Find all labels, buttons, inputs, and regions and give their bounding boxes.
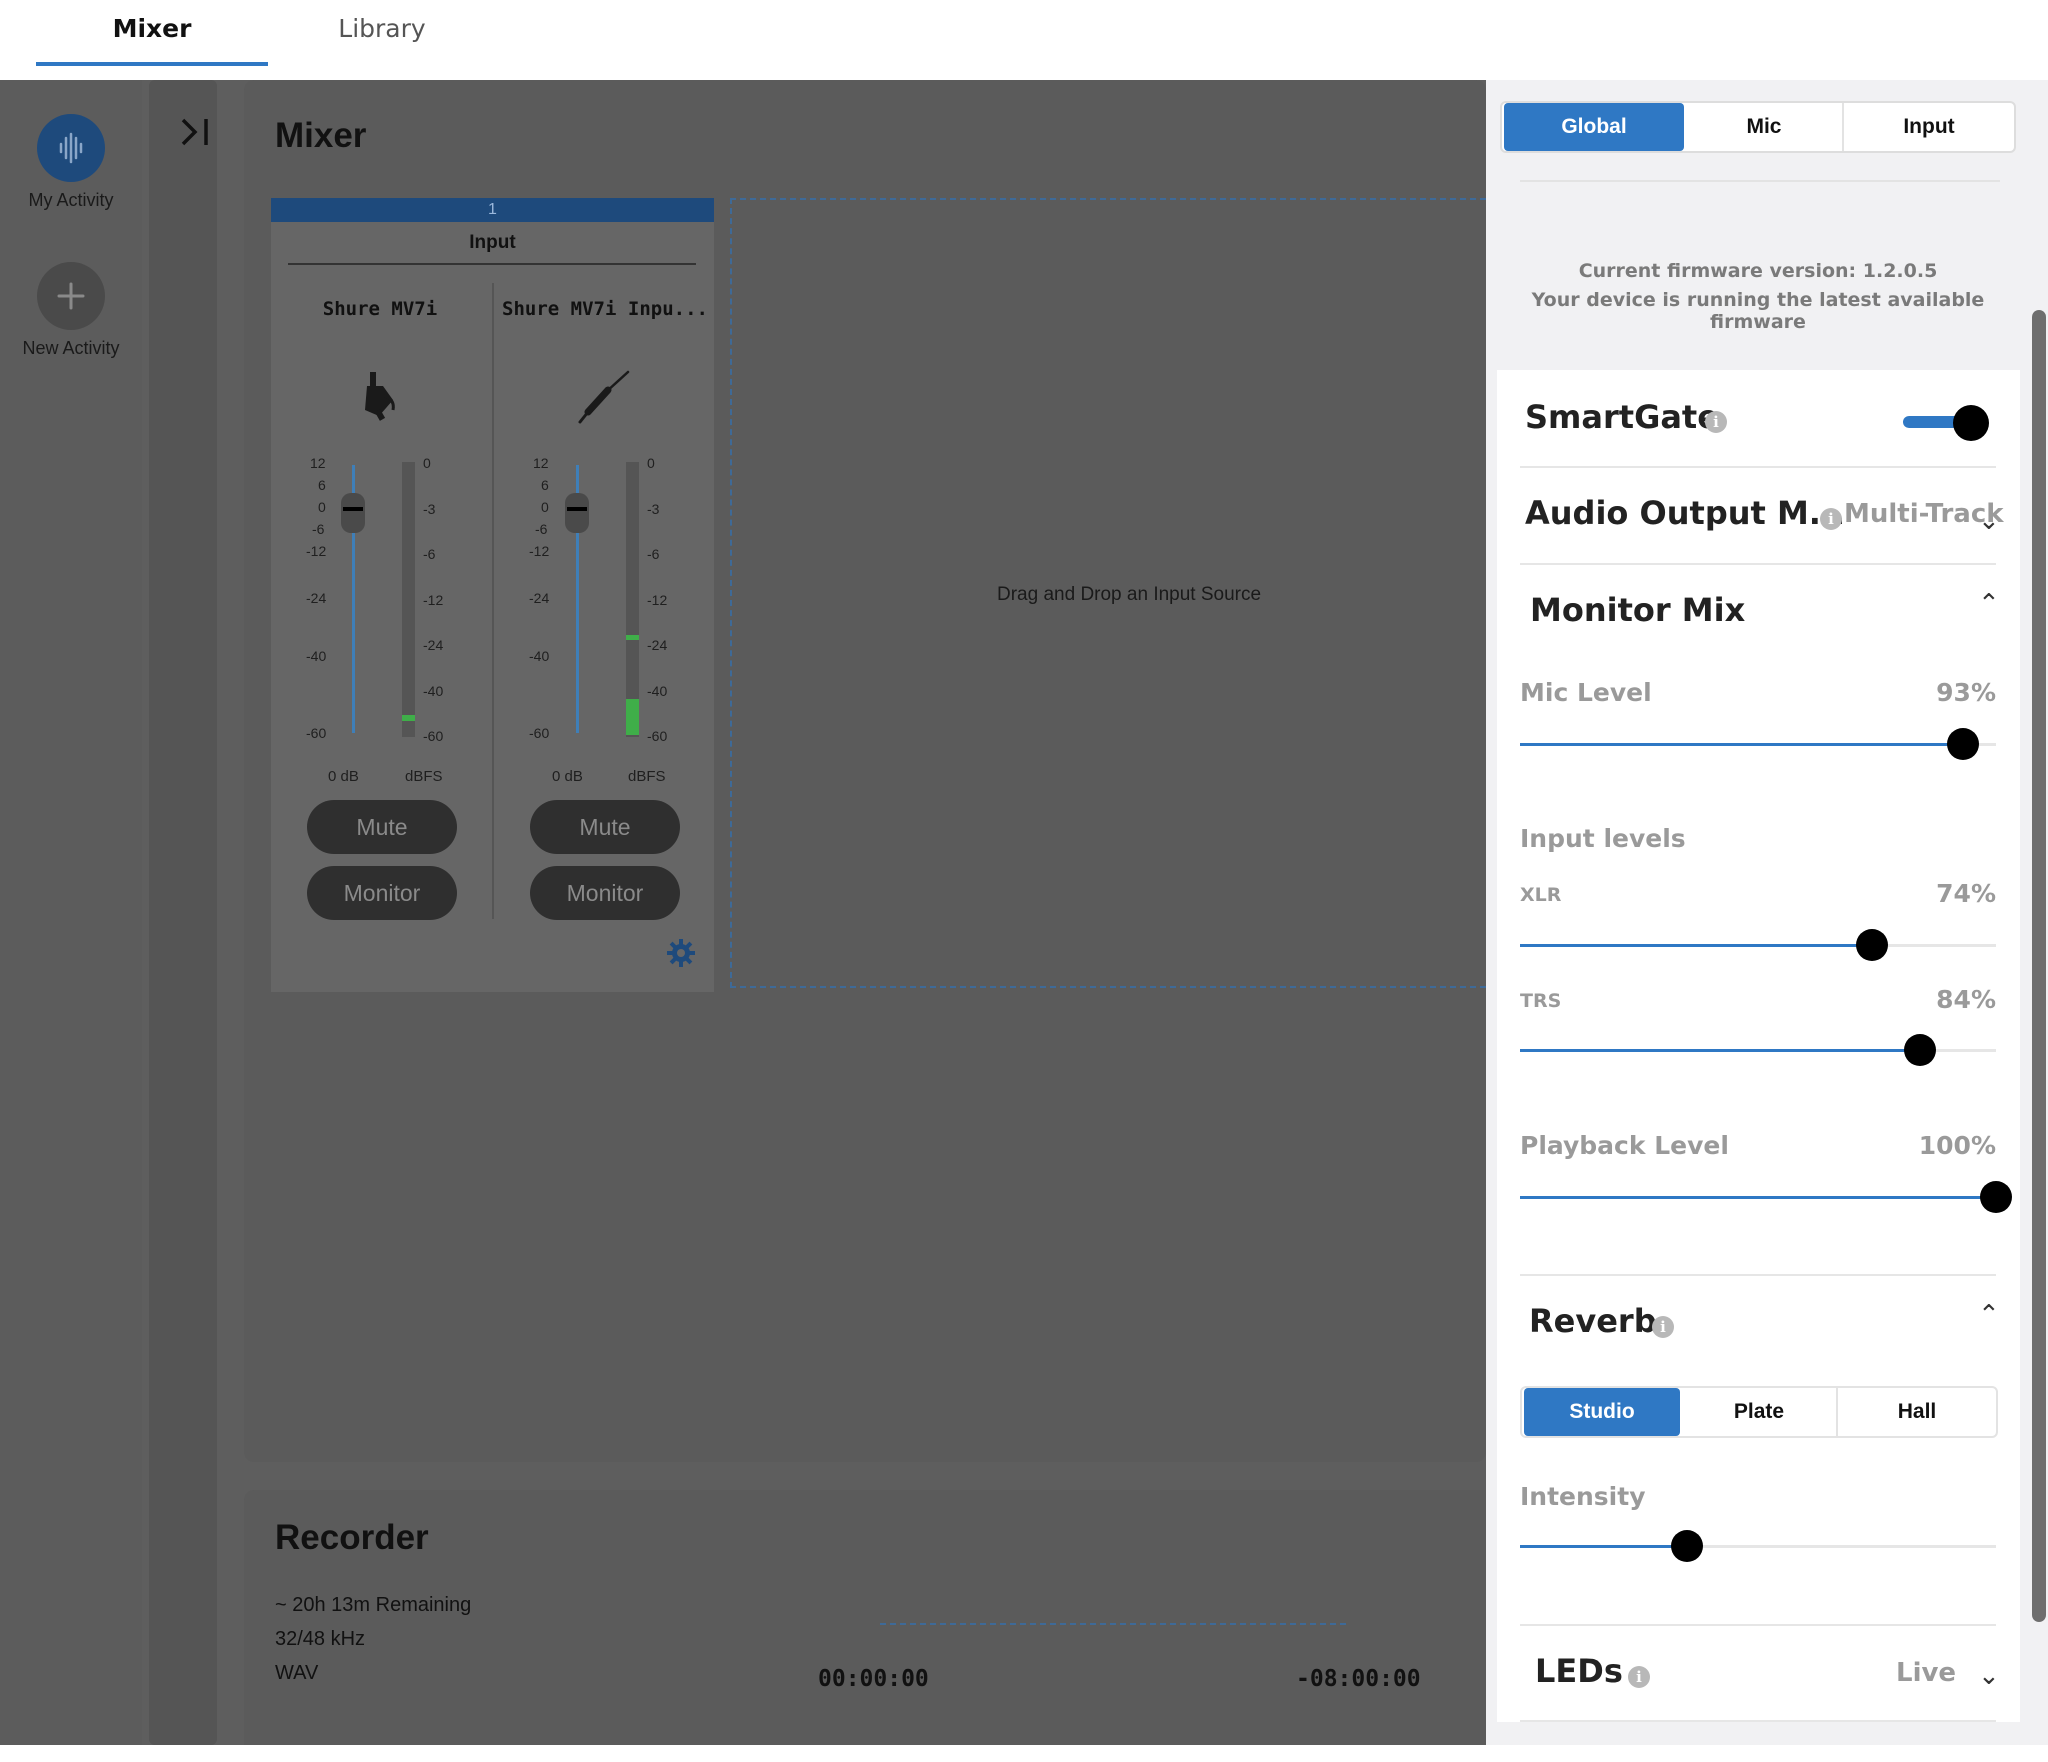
reverb-plate[interactable]: Plate <box>1682 1388 1838 1436</box>
strip-divider <box>288 263 696 265</box>
gear-icon[interactable] <box>666 938 696 968</box>
strip-label: Input <box>469 232 516 253</box>
sidebar-collapse-strip <box>149 80 217 1745</box>
level-meter <box>626 462 639 737</box>
slider-fill <box>1520 1545 1687 1548</box>
mute-button[interactable]: Mute <box>307 800 457 854</box>
mute-button[interactable]: Mute <box>530 800 680 854</box>
top-tab-bar: Mixer Library <box>0 0 2048 80</box>
channel-name: Shure MV7i <box>322 298 438 320</box>
new-activity-label: New Activity <box>22 338 120 358</box>
chevron-up-icon[interactable]: ⌃ <box>1978 588 2000 619</box>
xlr-value: 74% <box>1936 879 1996 908</box>
settings-list <box>1497 370 2020 1722</box>
info-icon[interactable]: i <box>1820 508 1842 530</box>
collapse-toggle-icon[interactable] <box>179 114 213 150</box>
instrument-cable-icon <box>578 370 630 424</box>
slider-thumb[interactable] <box>1856 929 1889 961</box>
trs-label: TRS <box>1520 990 1562 1012</box>
segment-mic[interactable]: Mic <box>1686 103 1844 151</box>
meter-unit: dBFS <box>405 768 443 785</box>
my-activity-button[interactable] <box>37 114 105 182</box>
chevron-down-icon[interactable]: ⌄ <box>1978 505 2000 536</box>
info-icon[interactable]: i <box>1652 1316 1674 1338</box>
slider-fill <box>1520 944 1873 947</box>
recorder-title: Recorder <box>275 1518 429 1557</box>
time-elapsed: 00:00:00 <box>818 1666 929 1692</box>
chevron-down-icon[interactable]: ⌄ <box>1978 1660 2000 1691</box>
smartgate-toggle[interactable] <box>1903 405 1989 441</box>
divider <box>1520 1720 1996 1722</box>
reverb-title: Reverb <box>1529 1302 1657 1340</box>
gain-fader-handle[interactable] <box>341 493 365 533</box>
info-icon[interactable]: i <box>1705 411 1727 433</box>
trs-value: 84% <box>1936 985 1996 1014</box>
gain-unit: 0 dB <box>328 768 359 785</box>
reverb-studio[interactable]: Studio <box>1524 1388 1680 1436</box>
input-drop-zone[interactable]: Drag and Drop an Input Source <box>730 198 1486 988</box>
new-activity-button[interactable] <box>37 262 105 330</box>
recorder-panel <box>244 1490 1486 1745</box>
mic-level-value: 93% <box>1936 678 1996 707</box>
recording-remaining: ~ 20h 13m Remaining <box>275 1594 472 1616</box>
left-nav: My Activity New Activity <box>0 80 142 1745</box>
time-remaining: -08:00:00 <box>1296 1666 1421 1692</box>
monitor-button[interactable]: Monitor <box>307 866 457 920</box>
gain-unit: 0 dB <box>552 768 583 785</box>
my-activity-label: My Activity <box>28 190 114 210</box>
slider-fill <box>1520 1049 1920 1052</box>
leds-label: LEDs <box>1535 1652 1623 1690</box>
divider <box>1520 563 1996 565</box>
tab-library[interactable]: Library <box>266 0 498 62</box>
mic-level-label: Mic Level <box>1520 678 1652 707</box>
segment-global[interactable]: Global <box>1504 103 1684 151</box>
firmware-status: Your device is running the latest availa… <box>1531 289 1985 333</box>
info-icon[interactable]: i <box>1628 1666 1650 1688</box>
recording-filetype: WAV <box>275 1662 319 1684</box>
recorder-waveform-line <box>880 1623 1346 1625</box>
waveform-icon <box>59 132 83 164</box>
header-divider <box>1520 180 2000 182</box>
channel-separator <box>492 283 494 919</box>
segment-input[interactable]: Input <box>1844 103 2014 151</box>
playback-level-label: Playback Level <box>1520 1131 1729 1160</box>
plus-icon <box>57 282 85 310</box>
monitor-button[interactable]: Monitor <box>530 866 680 920</box>
intensity-label: Intensity <box>1520 1482 1646 1511</box>
slider-thumb[interactable] <box>1670 1530 1703 1562</box>
divider <box>1520 1274 1996 1276</box>
reverb-hall[interactable]: Hall <box>1838 1388 1996 1436</box>
divider <box>1520 1624 1996 1626</box>
recording-format: 32/48 kHz <box>275 1628 366 1650</box>
xlr-label: XLR <box>1520 884 1562 906</box>
slider-thumb[interactable] <box>1946 728 1979 760</box>
input-levels-label: Input levels <box>1520 824 1686 853</box>
reverb-type-segmented-control: Studio Plate Hall <box>1520 1386 1998 1438</box>
strip-number: 1 <box>271 198 714 222</box>
firmware-version: Current firmware version: 1.2.0.5 <box>1578 260 1938 282</box>
chevron-up-icon[interactable]: ⌃ <box>1978 1299 2000 1330</box>
settings-scrollbar[interactable] <box>2032 310 2046 1622</box>
gain-fader-handle[interactable] <box>565 493 589 533</box>
channel-name: Shure MV7i Inpu... <box>502 298 708 320</box>
dropzone-label: Drag and Drop an Input Source <box>997 584 1262 605</box>
audio-output-label: Audio Output M... <box>1525 494 1846 532</box>
mixer-title: Mixer <box>275 116 367 155</box>
divider <box>1520 466 1996 468</box>
tab-mixer[interactable]: Mixer <box>36 0 268 66</box>
slider-fill <box>1520 1196 1996 1199</box>
smartgate-label: SmartGate <box>1525 398 1719 436</box>
playback-level-value: 100% <box>1918 1131 1996 1160</box>
meter-unit: dBFS <box>628 768 666 785</box>
monitor-mix-title: Monitor Mix <box>1530 591 1746 629</box>
slider-thumb[interactable] <box>1903 1034 1936 1066</box>
microphone-icon <box>365 372 395 421</box>
slider-fill <box>1520 743 1963 746</box>
level-meter <box>402 462 415 737</box>
slider-thumb[interactable] <box>1980 1181 2012 1213</box>
settings-segmented-control: Global Mic Input <box>1500 101 2016 153</box>
leds-value[interactable]: Live <box>1896 1658 1956 1688</box>
